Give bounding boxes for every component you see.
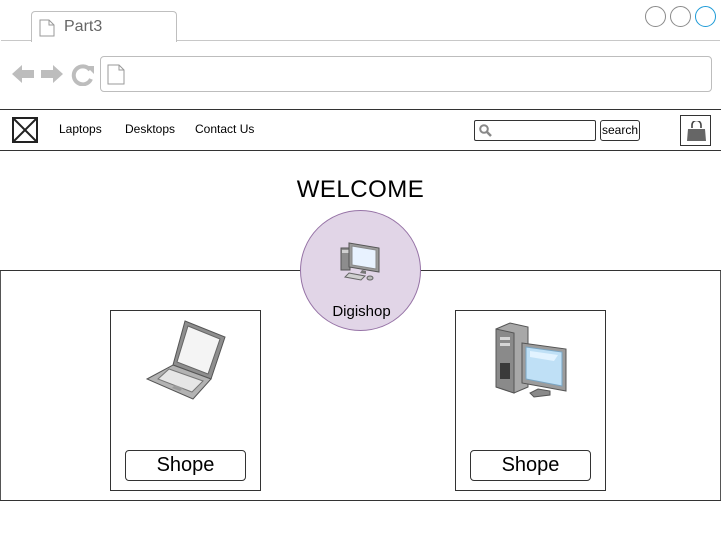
search-icon bbox=[479, 124, 492, 142]
desktop-computer-icon bbox=[494, 321, 568, 406]
logo-placeholder-icon[interactable] bbox=[12, 117, 38, 143]
window-minimize-button[interactable] bbox=[645, 6, 666, 27]
brand-badge: Digishop bbox=[300, 210, 421, 331]
back-arrow-icon[interactable] bbox=[11, 64, 35, 89]
document-icon bbox=[39, 19, 55, 42]
page-icon bbox=[107, 64, 125, 90]
window-close-button[interactable] bbox=[695, 6, 716, 27]
window-maximize-button[interactable] bbox=[670, 6, 691, 27]
nav-link-laptops[interactable]: Laptops bbox=[59, 122, 102, 136]
reload-icon[interactable] bbox=[71, 64, 95, 91]
tab-strip: Part3 bbox=[1, 1, 720, 42]
shop-desktops-button[interactable]: Shope bbox=[470, 450, 591, 481]
browser-toolbar bbox=[1, 42, 720, 109]
shopping-cart-button[interactable] bbox=[680, 115, 711, 146]
brand-name: Digishop bbox=[332, 303, 391, 320]
forward-arrow-icon[interactable] bbox=[40, 64, 64, 89]
address-bar[interactable] bbox=[100, 56, 712, 92]
shop-laptops-button[interactable]: Shope bbox=[125, 450, 246, 481]
product-card-desktop: Shope bbox=[455, 310, 606, 491]
browser-chrome: Part3 bbox=[0, 0, 721, 110]
shopping-bag-icon bbox=[687, 121, 706, 141]
browser-tab[interactable]: Part3 bbox=[31, 11, 177, 42]
nav-link-contact-us[interactable]: Contact Us bbox=[195, 122, 254, 136]
search-input[interactable] bbox=[474, 120, 596, 141]
laptop-icon bbox=[145, 319, 227, 406]
site-header: Laptops Desktops Contact Us search bbox=[0, 110, 721, 151]
footer bbox=[0, 500, 721, 541]
search-button[interactable]: search bbox=[600, 120, 640, 141]
product-card-laptop: Shope bbox=[110, 310, 261, 491]
desktop-computer-icon bbox=[339, 240, 383, 287]
tab-title: Part3 bbox=[64, 18, 103, 35]
welcome-heading: WELCOME bbox=[296, 176, 425, 203]
nav-link-desktops[interactable]: Desktops bbox=[125, 122, 175, 136]
